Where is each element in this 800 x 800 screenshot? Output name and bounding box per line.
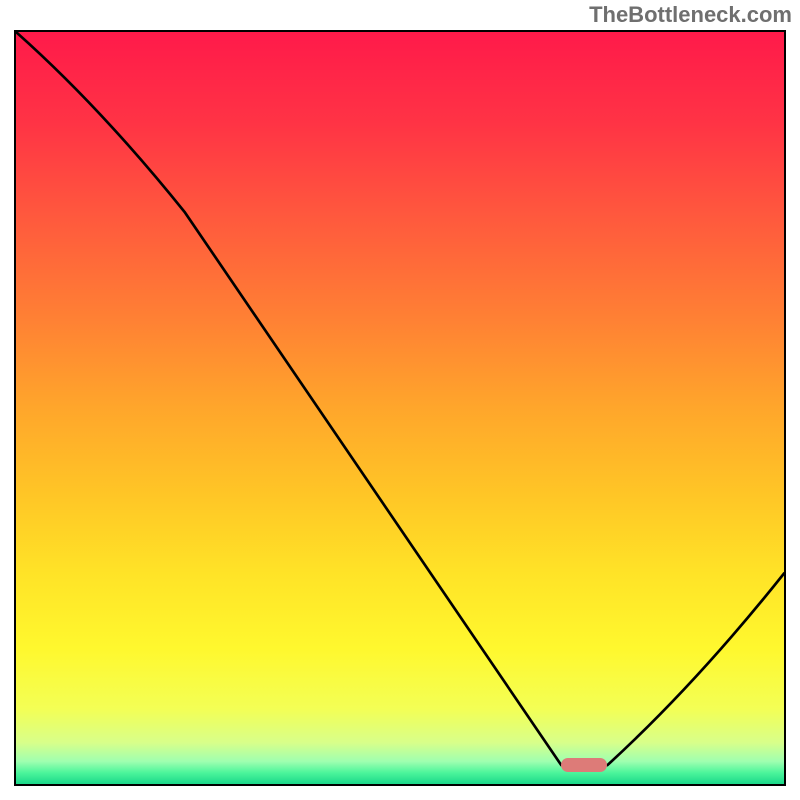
watermark-text: TheBottleneck.com	[589, 2, 792, 28]
page-root: TheBottleneck.com	[0, 0, 800, 800]
optimal-range-marker	[561, 758, 607, 772]
gradient-background	[16, 32, 784, 784]
chart-frame	[14, 30, 786, 786]
